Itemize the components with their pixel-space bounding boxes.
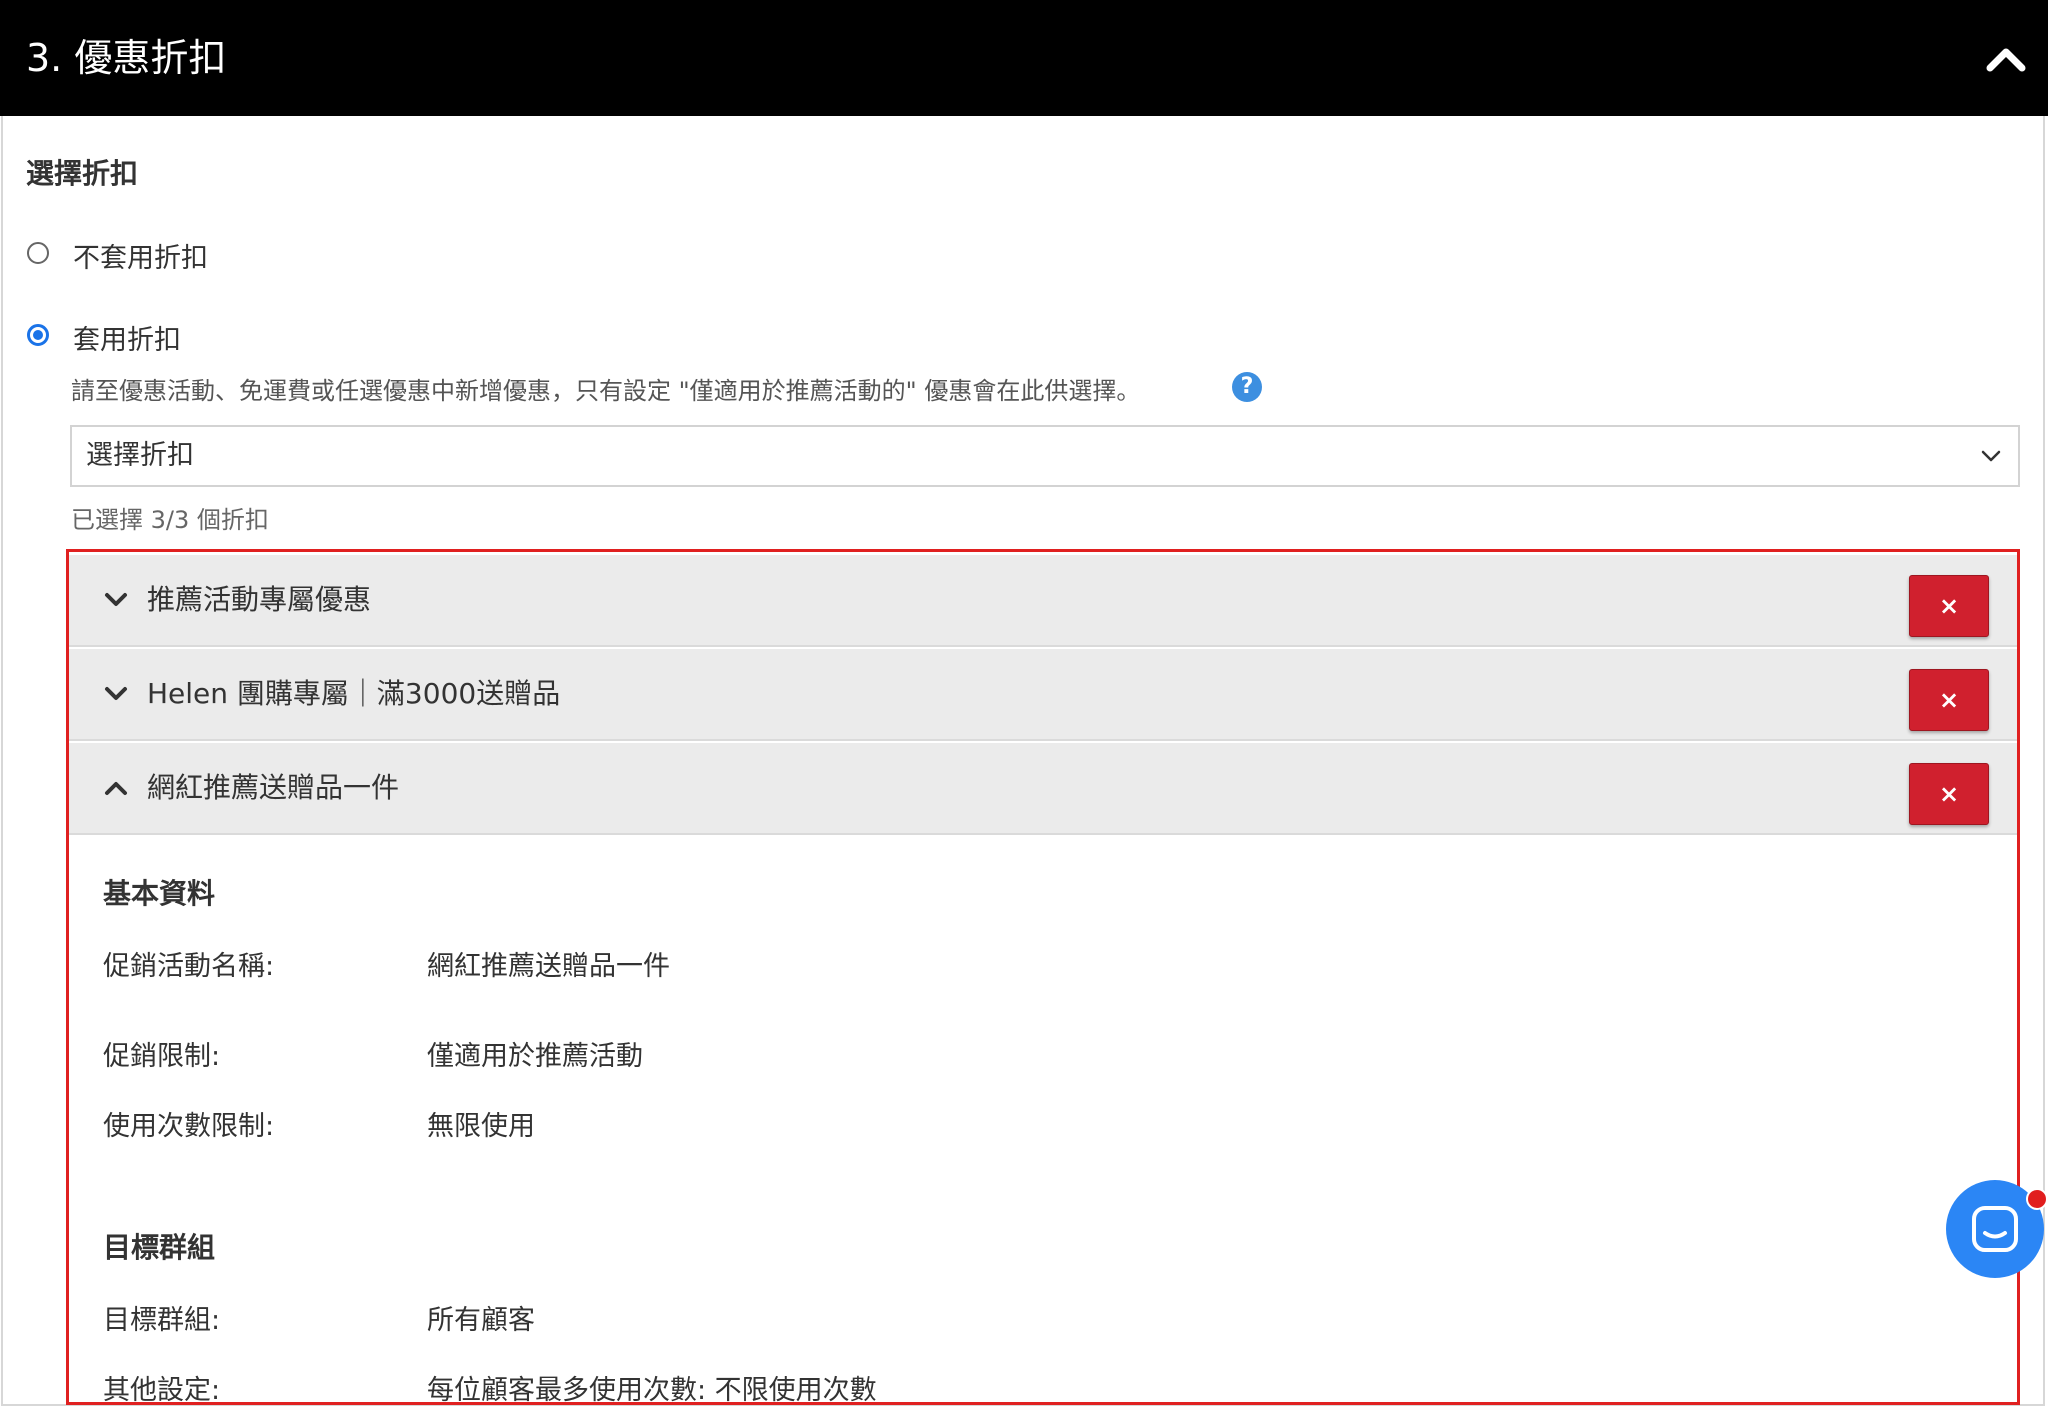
notification-badge [2026,1188,2048,1210]
remove-discount-button[interactable]: × [1909,575,1989,637]
chevron-down-icon [1981,450,2001,462]
target-group-heading: 目標群組 [103,1231,216,1264]
section-header[interactable]: 3. 優惠折扣 [0,0,2048,116]
discount-select-placeholder: 選擇折扣 [86,440,194,471]
discount-item-1[interactable]: 推薦活動專屬優惠 × [69,555,2017,647]
discount-hint: 請至優惠活動、免運費或任選優惠中新增優惠，只有設定 "僅適用於推薦活動的" 優惠… [71,377,1141,405]
detail-label: 目標群組: [103,1305,221,1336]
discount-item-3[interactable]: 網紅推薦送贈品一件 × [69,743,2017,835]
detail-value: 所有顧客 [427,1305,535,1336]
detail-value: 僅適用於推薦活動 [427,1041,643,1072]
chat-icon [1972,1206,2018,1252]
discount-item-title: 推薦活動專屬優惠 [147,583,372,616]
detail-label: 使用次數限制: [103,1111,275,1142]
detail-value: 每位顧客最多使用次數: 不限使用次數 [427,1375,877,1406]
remove-discount-button[interactable]: × [1909,763,1989,825]
section-title: 3. 優惠折扣 [26,36,227,80]
select-discount-heading: 選擇折扣 [26,157,139,190]
detail-label: 其他設定: [103,1375,221,1406]
chevron-down-icon[interactable] [103,589,129,611]
discount-select[interactable]: 選擇折扣 [70,425,2020,487]
detail-label: 促銷活動名稱: [103,951,275,982]
selected-count: 已選擇 3/3 個折扣 [71,506,269,534]
detail-value: 網紅推薦送贈品一件 [427,951,670,982]
discount-item-title: Helen 團購專屬｜滿3000送贈品 [147,677,561,710]
help-icon[interactable]: ? [1232,372,1262,402]
radio-no-discount[interactable] [27,242,49,264]
discount-item-2[interactable]: Helen 團購專屬｜滿3000送贈品 × [69,649,2017,741]
chevron-up-icon[interactable] [103,777,129,799]
detail-value: 無限使用 [427,1111,535,1142]
radio-apply-discount-label[interactable]: 套用折扣 [73,318,181,357]
chevron-down-icon[interactable] [103,683,129,705]
discount-item-title: 網紅推薦送贈品一件 [147,771,400,804]
chevron-up-icon[interactable] [1984,38,2028,78]
basic-info-heading: 基本資料 [103,877,216,910]
radio-apply-discount[interactable] [27,324,49,346]
radio-no-discount-label[interactable]: 不套用折扣 [73,236,208,275]
detail-label: 促銷限制: [103,1041,221,1072]
remove-discount-button[interactable]: × [1909,669,1989,731]
